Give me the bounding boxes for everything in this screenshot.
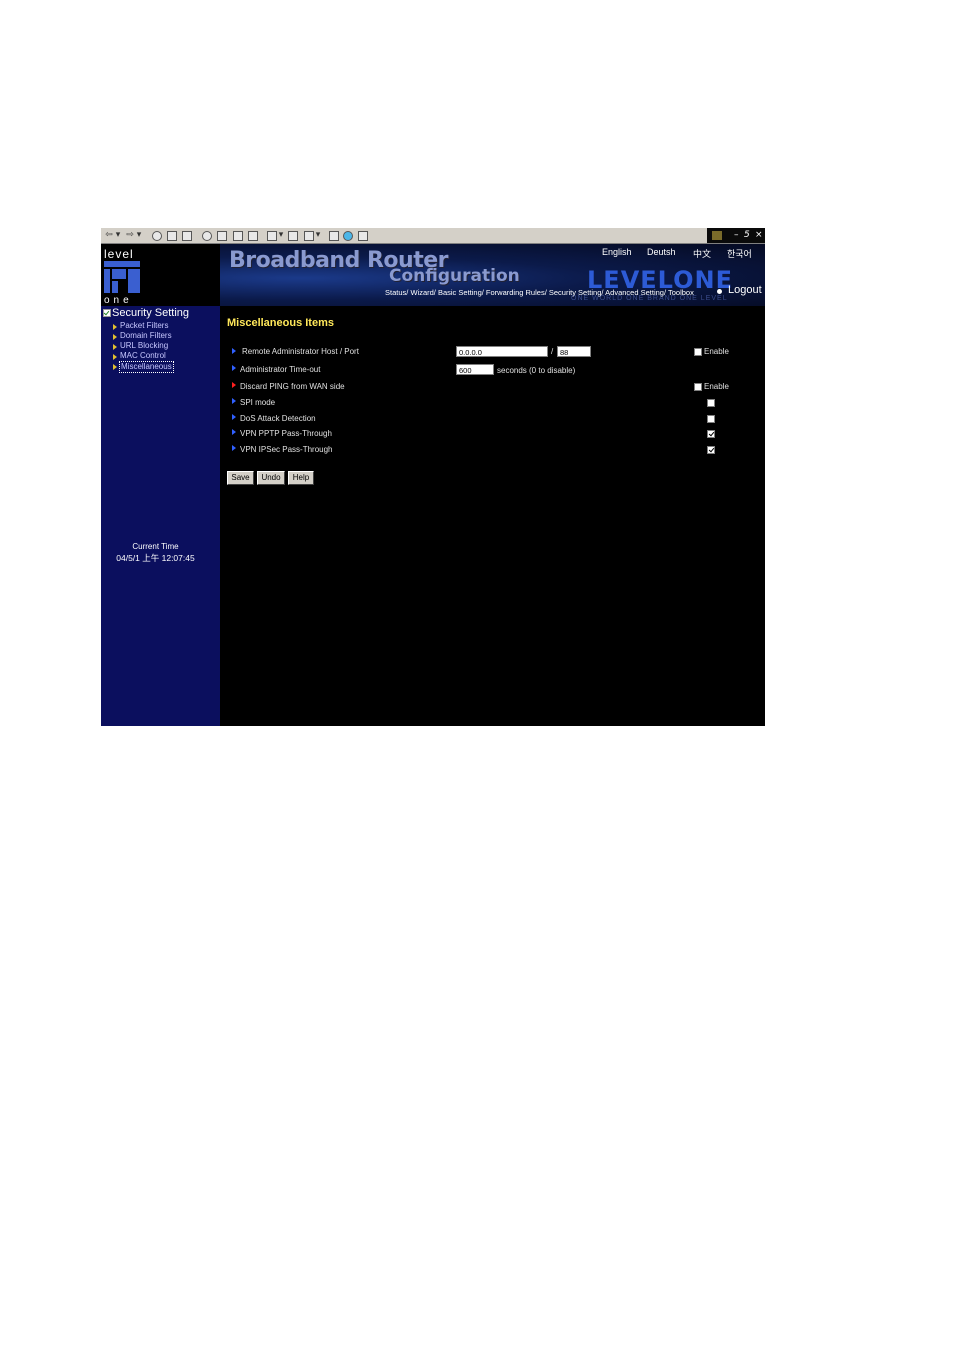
discard-ping-label: Discard PING from WAN side: [240, 382, 345, 391]
close-button[interactable]: ×: [755, 228, 763, 242]
banner-subtitle: Configuration: [389, 266, 520, 286]
nav-toolbox[interactable]: Toolbox: [668, 288, 694, 297]
back-icon[interactable]: ⇦: [104, 230, 114, 241]
spi-mode-checkbox[interactable]: [707, 399, 715, 407]
top-nav: Status/ Wizard/ Basic Setting/ Forwardin…: [385, 288, 694, 297]
nav-status[interactable]: Status/: [385, 288, 408, 297]
nav-forwarding-rules[interactable]: Forwarding Rules/: [486, 288, 547, 297]
admin-timeout-label: Administrator Time-out: [240, 365, 321, 374]
edit-icon[interactable]: [304, 231, 314, 241]
nav-wizard[interactable]: Wizard/: [410, 288, 435, 297]
logo-text-bottom: one: [104, 295, 133, 306]
lang-korean-link[interactable]: 한국어: [727, 247, 752, 260]
arrow-icon: [232, 382, 236, 388]
app-icon: [712, 231, 722, 240]
header-banner: level one Broadband Router Configuration…: [101, 244, 765, 306]
vpn-ipsec-checkbox[interactable]: [707, 446, 715, 454]
history-icon[interactable]: [248, 231, 258, 241]
remote-admin-host-input[interactable]: 0.0.0.0: [456, 346, 548, 357]
browser-toolbar: ⇦ ▾ ⇨ ▾ ▾ ▾ – 5 ×: [101, 228, 765, 244]
sidebar-item-packet-filters[interactable]: Packet Filters: [120, 321, 168, 331]
arrow-icon: [232, 398, 236, 404]
levelone-logo: level one: [101, 244, 220, 306]
back-dropdown-icon[interactable]: ▾: [115, 230, 121, 241]
vpn-ipsec-label: VPN IPSec Pass-Through: [240, 445, 333, 454]
save-button[interactable]: Save: [227, 471, 254, 485]
restore-button[interactable]: 5: [744, 228, 750, 242]
current-time-label: Current Time: [132, 542, 179, 551]
mail-dropdown-icon[interactable]: ▾: [278, 230, 284, 241]
forward-dropdown-icon[interactable]: ▾: [136, 230, 142, 241]
discard-ping-enable-label: Enable: [704, 382, 729, 391]
remote-admin-port-input[interactable]: 88: [557, 346, 591, 357]
sidebar-section-title[interactable]: Security Setting: [112, 307, 189, 319]
lang-chinese-link[interactable]: 中文: [693, 247, 711, 260]
logo-text-top: level: [104, 247, 134, 261]
logout-bullet-icon: [717, 289, 722, 294]
dos-detection-label: DoS Attack Detection: [240, 414, 316, 423]
refresh-icon[interactable]: [167, 231, 177, 241]
help-button[interactable]: Help: [288, 471, 314, 485]
search-icon[interactable]: [202, 231, 212, 241]
forward-icon[interactable]: ⇨: [125, 230, 135, 241]
nav-advanced-setting[interactable]: Advanced Setting/: [605, 288, 666, 297]
sidebar-item-miscellaneous[interactable]: Miscellaneous: [119, 361, 174, 373]
window-controls: – 5 ×: [707, 228, 765, 243]
dos-detection-checkbox[interactable]: [707, 415, 715, 423]
arrow-icon: [232, 429, 236, 435]
nav-security-setting[interactable]: Security Setting/: [549, 288, 604, 297]
lang-deutsh-link[interactable]: Deutsh: [647, 247, 676, 257]
nav-basic-setting[interactable]: Basic Setting/: [438, 288, 484, 297]
remote-admin-enable-checkbox[interactable]: [694, 348, 702, 356]
mail-icon[interactable]: [267, 231, 277, 241]
discard-ping-enable-checkbox[interactable]: [694, 383, 702, 391]
research-icon[interactable]: [358, 231, 368, 241]
messenger-icon[interactable]: [343, 231, 353, 241]
remote-admin-enable-label: Enable: [704, 347, 729, 356]
lang-english-link[interactable]: English: [602, 247, 632, 257]
sidebar: Security Setting Packet Filters Domain F…: [101, 306, 220, 726]
arrow-icon: [113, 334, 117, 340]
sidebar-item-mac-control[interactable]: MAC Control: [120, 351, 166, 361]
minimize-button[interactable]: –: [734, 228, 739, 242]
arrow-icon: [113, 354, 117, 360]
logout-link[interactable]: Logout: [728, 284, 762, 296]
checkmark-icon: [103, 309, 111, 317]
vpn-pptp-checkbox[interactable]: [707, 430, 715, 438]
arrow-icon: [113, 344, 117, 350]
arrow-icon: [232, 414, 236, 420]
page-title: Miscellaneous Items: [227, 317, 334, 329]
media-icon[interactable]: [233, 231, 243, 241]
favorites-icon[interactable]: [217, 231, 227, 241]
host-port-separator: /: [551, 347, 554, 356]
arrow-icon: [232, 365, 236, 371]
undo-button[interactable]: Undo: [257, 471, 285, 485]
sidebar-item-domain-filters[interactable]: Domain Filters: [120, 331, 172, 341]
spi-mode-label: SPI mode: [240, 398, 276, 407]
main-content: Miscellaneous Items Remote Administrator…: [220, 306, 765, 726]
arrow-icon: [113, 324, 117, 330]
edit-dropdown-icon[interactable]: ▾: [315, 230, 321, 241]
admin-timeout-suffix: seconds (0 to disable): [497, 366, 576, 375]
remote-admin-label: Remote Administrator Host / Port: [242, 347, 359, 356]
discuss-icon[interactable]: [329, 231, 339, 241]
router-config-screenshot: ⇦ ▾ ⇨ ▾ ▾ ▾ – 5 × level one Broadband Ro…: [101, 228, 765, 726]
sidebar-item-url-blocking[interactable]: URL Blocking: [120, 341, 168, 351]
home-icon[interactable]: [182, 231, 192, 241]
stop-icon[interactable]: [152, 231, 162, 241]
arrow-icon: [232, 445, 236, 451]
vpn-pptp-label: VPN PPTP Pass-Through: [240, 429, 332, 438]
admin-timeout-input[interactable]: 600: [456, 364, 494, 375]
arrow-icon: [232, 348, 236, 354]
arrow-icon: [113, 364, 117, 370]
current-time-value: 04/5/1 上午 12:07:45: [116, 553, 195, 563]
print-icon[interactable]: [288, 231, 298, 241]
